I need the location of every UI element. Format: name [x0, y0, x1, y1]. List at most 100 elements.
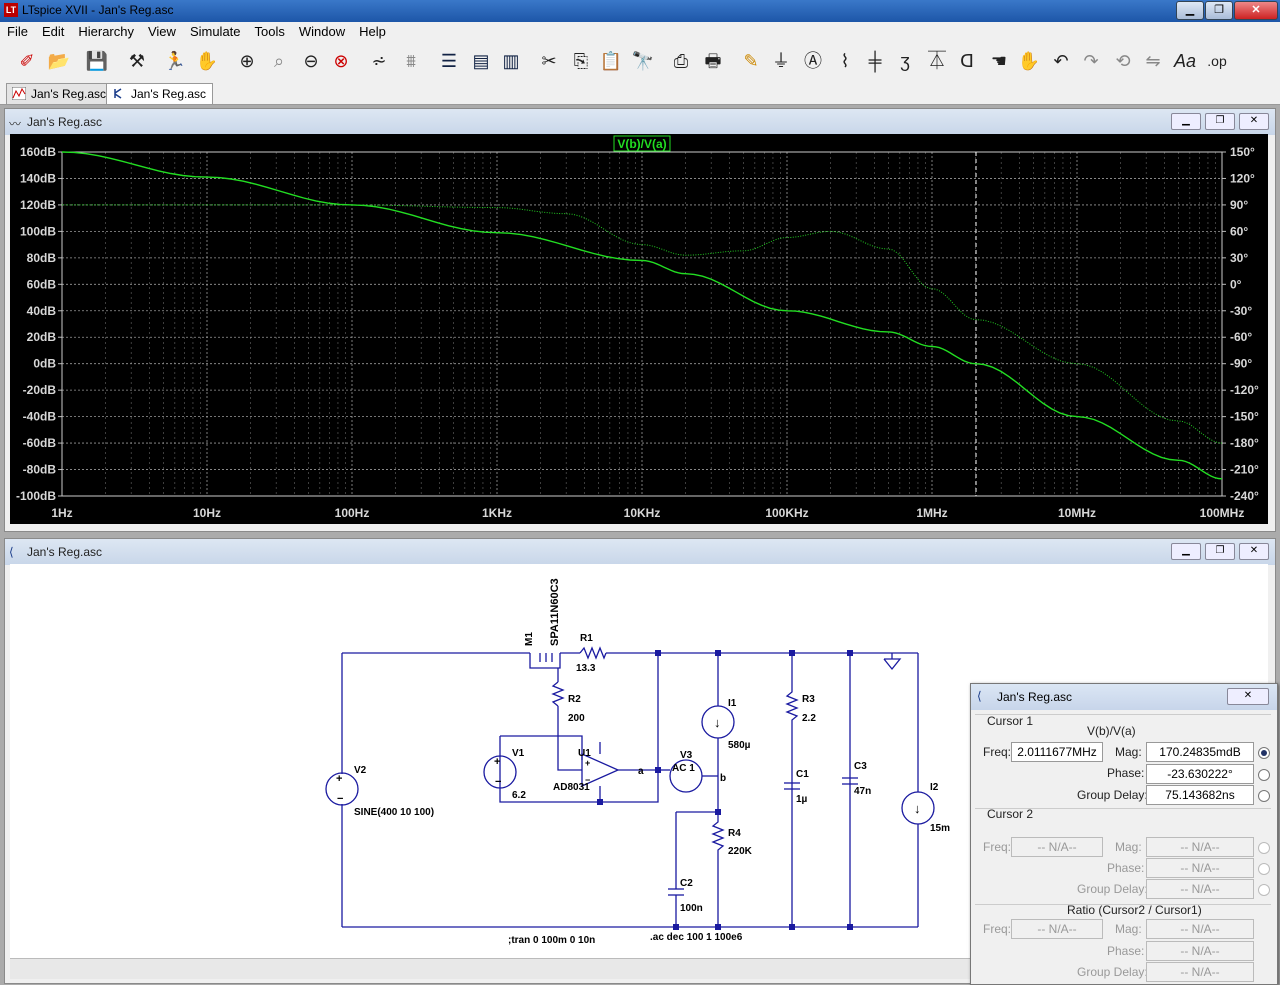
y2-tick-label: 60°	[1230, 224, 1248, 238]
y2-tick-label: 120°	[1230, 171, 1255, 185]
cursor1-mag-radio[interactable]	[1258, 747, 1270, 759]
menu-file[interactable]: File	[0, 22, 35, 41]
close-button[interactable]: ✕	[1234, 1, 1278, 20]
cursor2-phase-radio[interactable]	[1258, 863, 1270, 875]
ratio-gd-field[interactable]: -- N/A--	[1146, 962, 1254, 982]
menu-help[interactable]: Help	[352, 22, 393, 41]
zoom-in-icon[interactable]: ⊕	[234, 48, 260, 74]
y-tick-label: 20dB	[27, 330, 57, 344]
schematic-close-button[interactable]: ✕	[1239, 543, 1269, 560]
junction-dots	[597, 650, 853, 930]
cascade-icon[interactable]: ▤	[468, 48, 494, 74]
plot-close-button[interactable]: ✕	[1239, 113, 1269, 130]
y-tick-label: -40dB	[23, 410, 57, 424]
y2-tick-label: -210°	[1230, 463, 1259, 477]
diode-icon[interactable]: ⏄	[924, 48, 950, 74]
text-icon[interactable]: Aa	[1172, 48, 1198, 74]
tab-schematic[interactable]: Jan's Reg.asc	[106, 83, 213, 104]
y2-tick-label: -30°	[1230, 304, 1252, 318]
inductor-icon[interactable]: ʒ	[892, 48, 918, 74]
plot-minimize-button[interactable]: ▁	[1171, 113, 1201, 130]
label-r4-value: 220K	[728, 846, 753, 857]
cursor1-phase-field[interactable]: -23.630222°	[1146, 764, 1254, 784]
zoom-pan-icon[interactable]: ⌕	[266, 48, 292, 74]
print-setup-icon[interactable]: ⎙	[668, 48, 694, 74]
ground-icon[interactable]: ⏚	[768, 48, 794, 74]
plot-restore-button[interactable]: ❐	[1205, 113, 1235, 130]
move-icon[interactable]: ☚	[986, 48, 1012, 74]
spice-directive-icon[interactable]: .op	[1204, 48, 1230, 74]
undo-icon[interactable]: ↶	[1048, 48, 1074, 74]
ratio-freq-field[interactable]: -- N/A--	[1011, 919, 1103, 939]
cursor1-gd-radio[interactable]	[1258, 790, 1270, 802]
save-icon[interactable]: 💾	[84, 48, 110, 74]
svg-text:↓: ↓	[714, 715, 721, 730]
print-icon[interactable]: 🖶	[700, 48, 726, 74]
restore-button[interactable]: ❐	[1205, 1, 1233, 20]
cursor1-mag-field[interactable]: 170.24835mdB	[1146, 742, 1254, 762]
cut-icon[interactable]: ✂	[536, 48, 562, 74]
copy-icon[interactable]: ⎘	[568, 48, 594, 74]
label-c3-value: 47n	[854, 786, 871, 797]
menu-tools[interactable]: Tools	[248, 22, 292, 41]
net-label-b: b	[720, 773, 726, 784]
cursor1-gd-field[interactable]: 75.143682ns	[1146, 785, 1254, 805]
component-icon[interactable]: ᗡ	[954, 48, 980, 74]
cursor2-gd-field[interactable]: -- N/A--	[1146, 879, 1254, 899]
y2-tick-label: -90°	[1230, 357, 1252, 371]
autorange-icon[interactable]: ⩫	[366, 48, 392, 74]
open-icon[interactable]: 📂	[46, 48, 72, 74]
cursor2-mag-label: Mag:	[1115, 840, 1142, 854]
cursor2-gd-label: Group Delay:	[1077, 882, 1148, 896]
paste-icon[interactable]: 📋	[598, 48, 624, 74]
cursor1-freq-field[interactable]: 2.0111677MHz	[1011, 742, 1103, 762]
bode-plot[interactable]: 160dB 150° 140dB 120° 120dB 90° 100dB 60° 80dB 30…	[10, 134, 1268, 524]
cursor1-phase-radio[interactable]	[1258, 769, 1270, 781]
ratio-phase-field[interactable]: -- N/A--	[1146, 941, 1254, 961]
menu-window[interactable]: Window	[292, 22, 352, 41]
schematic-restore-button[interactable]: ❐	[1205, 543, 1235, 560]
cursor2-phase-field[interactable]: -- N/A--	[1146, 858, 1254, 878]
cursor-panel-title: Jan's Reg.asc	[997, 690, 1072, 704]
y-tick-label: 40dB	[27, 304, 57, 318]
label-m1: M1	[524, 632, 535, 646]
schematic-window-title: Jan's Reg.asc	[27, 545, 102, 559]
cursor2-mag-field[interactable]: -- N/A--	[1146, 837, 1254, 857]
document-tabs: Jan's Reg.asc Jan's Reg.asc	[0, 80, 1280, 105]
mirror-icon[interactable]: ⇋	[1140, 48, 1166, 74]
plot-area[interactable]: 160dB 150° 140dB 120° 120dB 90° 100dB 60° 80dB 30…	[10, 134, 1268, 524]
fft-icon[interactable]: ⩩	[398, 48, 424, 74]
zoom-out-icon[interactable]: ⊖	[298, 48, 324, 74]
draw-wire-icon[interactable]: ✎	[738, 48, 764, 74]
menu-view[interactable]: View	[141, 22, 183, 41]
label-r1: R1	[580, 633, 593, 644]
resistor-icon[interactable]: ⌇	[832, 48, 858, 74]
cursor-panel: ⟨ Jan's Reg.asc ✕ Cursor 1 V(b)/V(a) Fre…	[970, 683, 1278, 985]
cursor2-freq-field[interactable]: -- N/A--	[1011, 837, 1103, 857]
ratio-mag-field[interactable]: -- N/A--	[1146, 919, 1254, 939]
minimize-button[interactable]: ▁	[1176, 1, 1204, 20]
cursor2-gd-radio[interactable]	[1258, 884, 1270, 896]
menu-hierarchy[interactable]: Hierarchy	[71, 22, 141, 41]
drag-icon[interactable]: ✋	[1016, 48, 1042, 74]
schematic-minimize-button[interactable]: ▁	[1171, 543, 1201, 560]
menu-simulate[interactable]: Simulate	[183, 22, 248, 41]
run-icon[interactable]: 🏃	[162, 48, 188, 74]
zoom-cancel-icon[interactable]: ⊗	[328, 48, 354, 74]
rotate-icon[interactable]: ⟲	[1110, 48, 1136, 74]
redo-icon[interactable]: ↷	[1078, 48, 1104, 74]
cursor2-mag-radio[interactable]	[1258, 842, 1270, 854]
schematic-icon	[114, 88, 122, 99]
new-schematic-icon[interactable]: ✐	[14, 48, 40, 74]
menu-edit[interactable]: Edit	[35, 22, 71, 41]
control-panel-icon[interactable]: ⚒	[124, 48, 150, 74]
capacitor-icon[interactable]: ╪	[862, 48, 888, 74]
label-net-icon[interactable]: Ⓐ	[800, 48, 826, 74]
tab-waveform[interactable]: Jan's Reg.asc	[6, 83, 113, 104]
tile-horizontal-icon[interactable]: ☰	[436, 48, 462, 74]
find-icon[interactable]: 🔭	[630, 48, 656, 74]
tile-vertical-icon[interactable]: ▥	[498, 48, 524, 74]
cursor-panel-close-button[interactable]: ✕	[1227, 688, 1269, 705]
ac-directive: .ac dec 100 1 100e6	[650, 932, 743, 943]
halt-icon[interactable]: ✋	[194, 48, 220, 74]
